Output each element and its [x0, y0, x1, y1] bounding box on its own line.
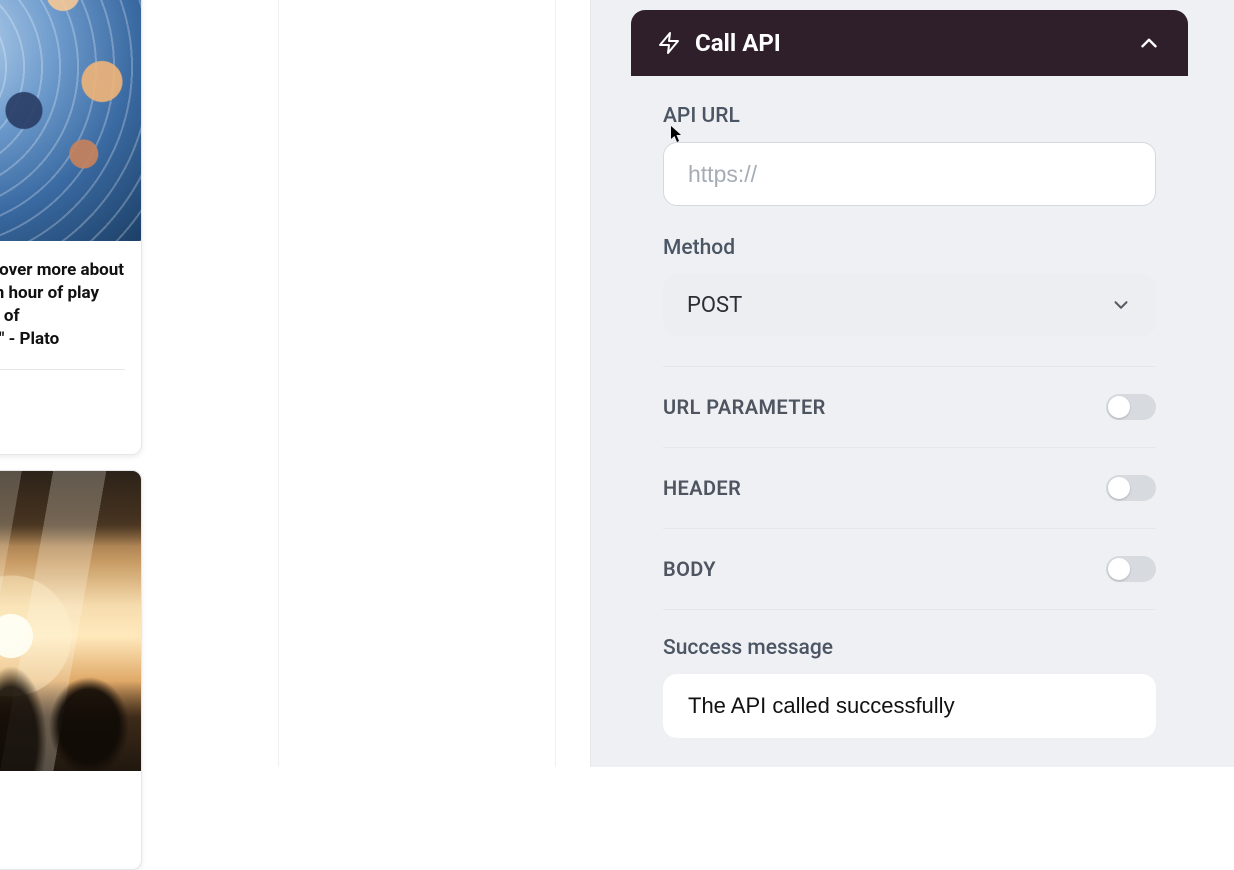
quote-text: "You can discover more about a person in…	[0, 241, 141, 351]
api-url-input[interactable]	[663, 142, 1156, 206]
canvas-column	[278, 0, 556, 767]
image-card[interactable]	[0, 470, 142, 870]
api-url-label: API URL	[663, 104, 1156, 128]
section-divider	[663, 609, 1156, 610]
panel-title: Call API	[695, 29, 781, 57]
body-toggle[interactable]	[1106, 556, 1156, 582]
chevron-up-icon[interactable]	[1136, 30, 1162, 56]
call-api-panel: Call API API URL Method POST URL PA	[631, 10, 1188, 762]
config-pane: Call API API URL Method POST URL PA	[590, 0, 1234, 767]
success-message-label: Success message	[663, 636, 1156, 660]
success-message-input[interactable]	[663, 674, 1156, 738]
header-row: HEADER	[663, 448, 1156, 528]
method-value: POST	[687, 293, 742, 318]
panel-body: API URL Method POST URL PARAMETER HEADER	[631, 76, 1188, 762]
chevron-down-icon	[1110, 294, 1132, 316]
body-label: BODY	[663, 557, 716, 581]
quote-card[interactable]: "You can discover more about a person in…	[0, 0, 142, 455]
header-toggle[interactable]	[1106, 475, 1156, 501]
url-parameter-toggle[interactable]	[1106, 394, 1156, 420]
url-parameter-row: URL PARAMETER	[663, 367, 1156, 447]
card-image	[0, 0, 141, 241]
panel-header[interactable]: Call API	[631, 10, 1188, 76]
method-label: Method	[663, 236, 1156, 260]
url-parameter-label: URL PARAMETER	[663, 395, 826, 419]
body-row: BODY	[663, 529, 1156, 609]
card-divider	[0, 369, 125, 370]
method-select[interactable]: POST	[663, 274, 1156, 336]
header-label: HEADER	[663, 476, 741, 500]
card-image	[0, 471, 141, 771]
lightning-icon	[657, 31, 681, 55]
left-cards-column: "You can discover more about a person in…	[0, 0, 148, 767]
